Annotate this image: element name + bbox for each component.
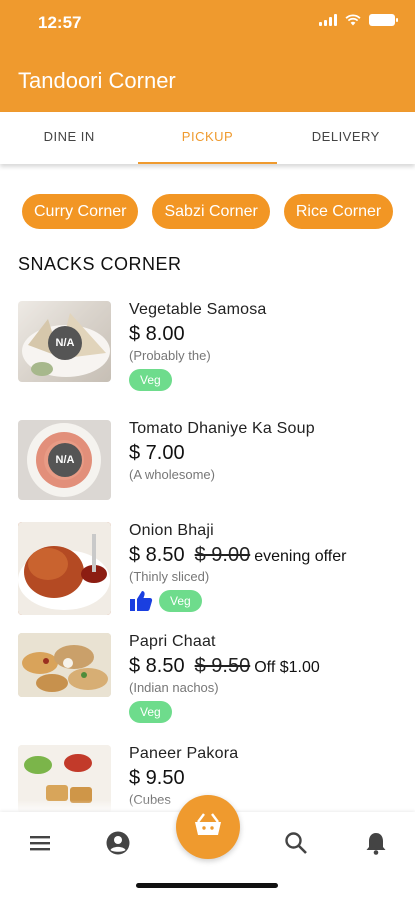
item-name: Vegetable Samosa	[129, 301, 267, 318]
onion-bhaji-illustration	[18, 522, 111, 615]
battery-icon	[369, 14, 398, 26]
tab-pickup[interactable]: PICKUP	[138, 112, 277, 164]
item-description: (Probably the)	[129, 348, 211, 363]
order-type-tabs: DINE IN PICKUP DELIVERY	[0, 112, 415, 164]
item-price: $ 8.00	[129, 323, 185, 345]
veg-badge: Veg	[129, 701, 172, 723]
tab-delivery[interactable]: DELIVERY	[277, 112, 415, 164]
image-unavailable-badge: N/A	[48, 326, 82, 360]
item-price-row: $ 8.00	[129, 323, 399, 346]
status-icons	[319, 14, 398, 26]
item-offer-label: Off $1.00	[254, 659, 320, 676]
item-price: $ 7.00	[129, 442, 185, 464]
item-price: $ 9.50	[129, 767, 185, 789]
item-original-price: $ 9.00	[194, 544, 251, 566]
papri-chaat-illustration	[18, 633, 111, 697]
menu-item[interactable]: N/A Vegetable Samosa $ 8.00 (Probably th…	[18, 301, 398, 401]
item-name: Paneer Pakora	[129, 745, 239, 762]
thumbs-up-icon[interactable]	[129, 590, 153, 612]
item-original-price: $ 9.50	[194, 655, 251, 677]
item-image: N/A	[18, 301, 111, 382]
item-description: (A wholesome)	[129, 467, 215, 482]
item-image	[18, 522, 111, 615]
menu-item[interactable]: N/A Tomato Dhaniye Ka Soup $ 7.00 (A who…	[18, 420, 398, 500]
menu-icon[interactable]	[27, 830, 53, 856]
account-icon[interactable]	[105, 830, 131, 856]
item-price-row: $ 8.50 $ 9.50 Off $1.00	[129, 655, 399, 678]
home-indicator	[136, 883, 278, 888]
item-price: $ 8.50	[129, 655, 185, 677]
search-icon[interactable]	[283, 830, 309, 856]
item-price-row: $ 7.00	[129, 442, 399, 465]
veg-badge: Veg	[129, 369, 172, 391]
category-chips: Curry Corner Sabzi Corner Rice Corner	[22, 194, 397, 229]
item-price: $ 8.50	[129, 544, 185, 566]
signal-icon	[319, 14, 337, 26]
chip-curry-corner[interactable]: Curry Corner	[22, 194, 139, 229]
cart-button[interactable]	[176, 795, 240, 859]
wifi-icon	[345, 14, 361, 26]
veg-badge: Veg	[159, 590, 202, 612]
item-name: Papri Chaat	[129, 633, 216, 650]
item-image	[18, 633, 111, 697]
item-name: Onion Bhaji	[129, 522, 214, 539]
item-image: N/A	[18, 420, 111, 500]
basket-icon	[195, 813, 221, 835]
item-price-row: $ 9.50	[129, 767, 399, 790]
menu-item[interactable]: Papri Chaat $ 8.50 $ 9.50 Off $1.00 (India…	[18, 633, 398, 733]
page-title: Tandoori Corner	[18, 68, 176, 93]
tab-dine-in[interactable]: DINE IN	[0, 112, 138, 164]
item-description: (Thinly sliced)	[129, 569, 210, 584]
menu-item[interactable]: Onion Bhaji $ 8.50 $ 9.00 evening offer (T…	[18, 522, 398, 622]
status-time: 12:57	[38, 13, 82, 32]
item-offer-label: evening offer	[254, 548, 347, 565]
image-unavailable-badge: N/A	[48, 443, 82, 477]
section-title: SNACKS CORNER	[18, 254, 182, 274]
item-price-row: $ 8.50 $ 9.00 evening offer	[129, 544, 399, 567]
item-name: Tomato Dhaniye Ka Soup	[129, 420, 315, 437]
item-description: (Indian nachos)	[129, 680, 219, 695]
chip-sabzi-corner[interactable]: Sabzi Corner	[152, 194, 270, 229]
app-header: 12:57 Tandoori Corner	[0, 0, 415, 112]
chip-rice-corner[interactable]: Rice Corner	[283, 194, 394, 229]
bell-icon[interactable]	[363, 830, 389, 856]
